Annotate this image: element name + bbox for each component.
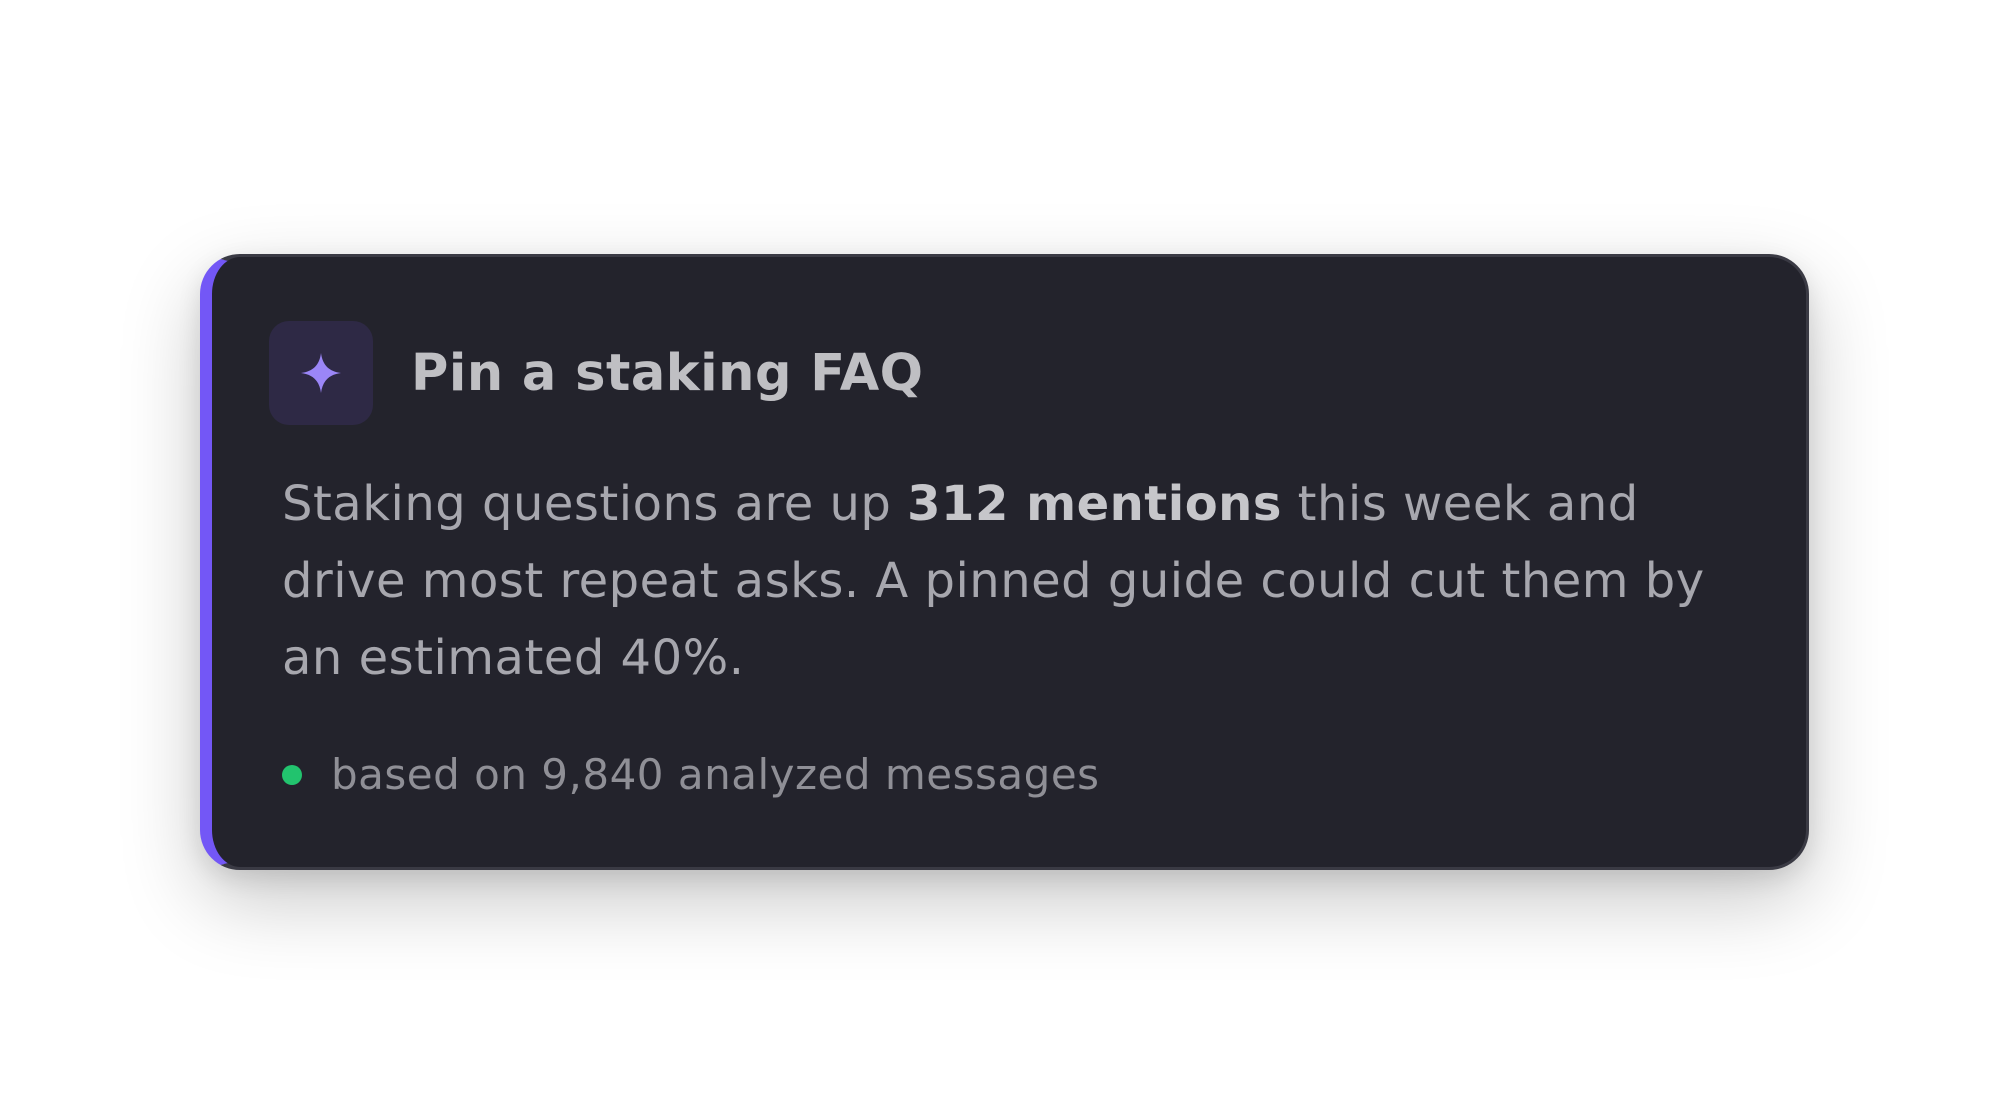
card-header: Pin a staking FAQ (269, 321, 924, 425)
status-dot (282, 764, 302, 785)
analysis-source-text: based on 9,840 analyzed messages (331, 750, 1100, 799)
description-prefix: Staking questions are up (282, 476, 908, 532)
card-footer: based on 9,840 analyzed messages (282, 750, 1100, 799)
icon-badge (269, 321, 373, 425)
sparkle-icon (301, 353, 341, 393)
card-title: Pin a staking FAQ (411, 343, 924, 403)
mentions-highlight: 312 mentions (907, 476, 1282, 532)
card-description: Staking questions are up 312 mentions th… (282, 466, 1722, 697)
